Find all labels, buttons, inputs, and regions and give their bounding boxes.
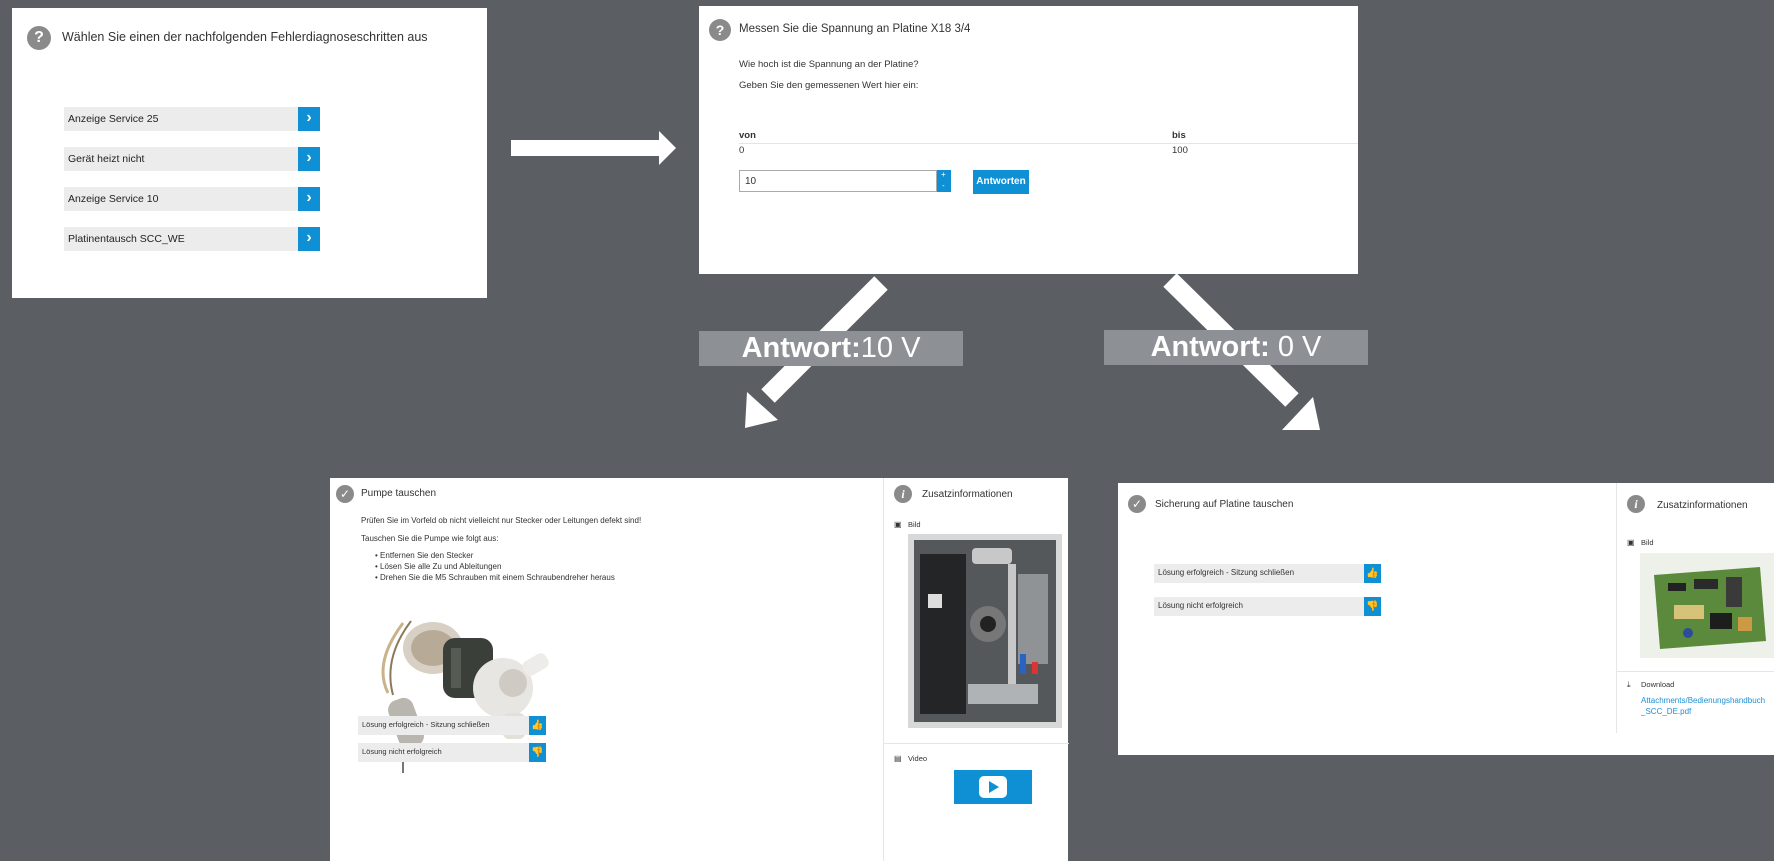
- answer-label-left: Antwort:10 V: [699, 331, 963, 366]
- pump-step-text: Drehen Sie die M5 Schrauben mit einem Sc…: [380, 573, 615, 582]
- sidebar-title: Zusatzinformationen: [1657, 500, 1748, 511]
- download-link-line-2: _SCC_DE.pdf: [1641, 707, 1692, 716]
- pump-step-text: Lösen Sie alle Zu und Ableitungen: [380, 562, 502, 571]
- pump-intro: Prüfen Sie im Vorfeld ob nicht vielleich…: [361, 516, 642, 525]
- chevron-right-icon[interactable]: ›: [298, 147, 320, 171]
- fuse-title: Sicherung auf Platine tauschen: [1155, 499, 1294, 510]
- diagnose-item-label: Platinentausch SCC_WE: [68, 233, 185, 245]
- measure-instruction: Geben Sie den gemessenen Wert hier ein:: [739, 80, 919, 91]
- solution-success-row[interactable]: Lösung erfolgreich - Sitzung schließen 👍: [1154, 564, 1381, 583]
- voltage-input[interactable]: 10: [739, 170, 937, 192]
- decrement-icon[interactable]: -: [942, 181, 945, 190]
- measure-title: Messen Sie die Spannung an Platine X18 3…: [739, 23, 971, 35]
- number-spinner[interactable]: + -: [937, 170, 951, 192]
- diagnose-item[interactable]: Platinentausch SCC_WE ›: [64, 227, 320, 251]
- solution-success-label: Lösung erfolgreich - Sitzung schließen: [1158, 568, 1295, 577]
- answer-label-prefix: Antwort:: [1150, 331, 1270, 363]
- download-link[interactable]: Attachments/Bedienungshandbuch _SCC_DE.p…: [1641, 695, 1765, 717]
- range-from-label: von: [739, 130, 756, 141]
- voltage-input-value: 10: [745, 176, 757, 187]
- solution-fail-row[interactable]: Lösung nicht erfolgreich 👎: [1154, 597, 1381, 616]
- range-divider: [739, 143, 1358, 144]
- answer-label-value: 0 V: [1269, 331, 1322, 363]
- diagnose-item[interactable]: Anzeige Service 10 ›: [64, 187, 320, 211]
- answer-button[interactable]: Antworten: [973, 170, 1029, 194]
- range-to-value: 100: [1172, 145, 1188, 156]
- download-icon: ⤓: [1627, 680, 1631, 689]
- sidebar-video-label: Video: [908, 754, 928, 763]
- download-link-line-1: Attachments/Bedienungshandbuch: [1641, 696, 1766, 705]
- solution-fail-label: Lösung nicht erfolgreich: [1158, 601, 1243, 610]
- diagnose-item-label: Gerät heizt nicht: [68, 153, 145, 165]
- pump-step: • Entfernen Sie den Stecker: [375, 551, 474, 560]
- thumbs-up-icon[interactable]: 👍: [529, 716, 546, 735]
- pump-panel: ✓ Pumpe tauschen Prüfen Sie im Vorfeld o…: [330, 478, 1069, 861]
- solution-success-label: Lösung erfolgreich - Sitzung schließen: [362, 720, 490, 729]
- thumbs-up-icon[interactable]: 👍: [1364, 564, 1381, 583]
- sidebar-download-label: Download: [1641, 680, 1675, 689]
- diagnose-title: Wählen Sie einen der nachfolgenden Fehle…: [62, 30, 428, 44]
- sidebar-image-label: Bild: [908, 520, 921, 529]
- solution-fail-row[interactable]: Lösung nicht erfolgreich 👎: [358, 743, 546, 762]
- video-play-button[interactable]: [954, 770, 1032, 804]
- question-icon: ?: [709, 19, 731, 41]
- diagnose-item-label: Anzeige Service 10: [68, 193, 159, 205]
- pump-step-text: Entfernen Sie den Stecker: [380, 551, 474, 560]
- chevron-right-icon[interactable]: ›: [298, 107, 320, 131]
- thumbs-down-icon[interactable]: 👎: [529, 743, 546, 762]
- pump-title: Pumpe tauschen: [361, 488, 437, 499]
- chevron-right-icon[interactable]: ›: [298, 187, 320, 211]
- range-from-value: 0: [739, 145, 745, 156]
- increment-icon[interactable]: +: [941, 170, 946, 179]
- right-arrow: [511, 131, 676, 165]
- solution-fail-label: Lösung nicht erfolgreich: [362, 747, 442, 756]
- video-icon: ▤: [894, 754, 902, 763]
- sidebar-divider: [884, 743, 1069, 744]
- range-to-label: bis: [1172, 130, 1186, 141]
- diagnose-item[interactable]: Anzeige Service 25 ›: [64, 107, 320, 131]
- thumbs-down-icon[interactable]: 👎: [1364, 597, 1381, 616]
- measure-panel: ? Messen Sie die Spannung an Platine X18…: [699, 6, 1358, 274]
- image-icon: ▣: [1627, 538, 1635, 547]
- info-icon: i: [1627, 495, 1645, 513]
- diagnose-panel: ? Wählen Sie einen der nachfolgenden Feh…: [12, 8, 487, 298]
- fuse-panel: ✓ Sicherung auf Platine tauschen Lösung …: [1118, 483, 1774, 755]
- sidebar-divider: [1617, 671, 1774, 672]
- measure-question: Wie hoch ist die Spannung an der Platine…: [739, 59, 919, 70]
- answer-label-prefix: Antwort:: [741, 332, 861, 364]
- solution-success-row[interactable]: Lösung erfolgreich - Sitzung schließen 👍: [358, 716, 546, 735]
- image-icon: ▣: [894, 520, 902, 529]
- info-icon: i: [894, 485, 912, 503]
- pump-step: • Drehen Sie die M5 Schrauben mit einem …: [375, 573, 615, 582]
- pump-sidebar: i Zusatzinformationen ▣ Bild ▤ Video: [883, 478, 1069, 861]
- pump-step: • Lösen Sie alle Zu und Ableitungen: [375, 562, 502, 571]
- check-icon: ✓: [336, 485, 354, 503]
- diagnose-item[interactable]: Gerät heizt nicht ›: [64, 147, 320, 171]
- pump-steps-heading: Tauschen Sie die Pumpe wie folgt aus:: [361, 534, 499, 543]
- check-icon: ✓: [1128, 495, 1146, 513]
- answer-label-right: Antwort: 0 V: [1104, 330, 1368, 365]
- circuit-board-image: [1640, 553, 1774, 658]
- fuse-sidebar: i Zusatzinformationen ▣ Bild ⤓ Download …: [1616, 483, 1774, 733]
- diagnose-item-label: Anzeige Service 25: [68, 113, 159, 125]
- answer-label-value: 10 V: [860, 332, 921, 364]
- sidebar-image-label: Bild: [1641, 538, 1654, 547]
- question-icon: ?: [27, 26, 51, 50]
- device-image: [908, 534, 1062, 728]
- chevron-right-icon[interactable]: ›: [298, 227, 320, 251]
- play-icon[interactable]: [979, 776, 1007, 798]
- sidebar-title: Zusatzinformationen: [922, 489, 1013, 500]
